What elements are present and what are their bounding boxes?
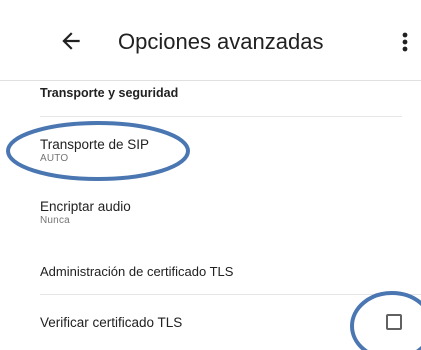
divider	[40, 116, 402, 117]
item-subtitle: Nunca	[40, 215, 70, 226]
item-title: Encriptar audio	[40, 199, 131, 214]
list-item-sip-transport[interactable]: Transporte de SIP AUTO	[40, 136, 402, 165]
app-bar: Opciones avanzadas	[0, 0, 421, 81]
section-header-transport: Transporte y seguridad	[40, 86, 179, 100]
more-vert-icon[interactable]	[398, 30, 412, 54]
list-item-verify-tls[interactable]: Verificar certificado TLS	[40, 314, 402, 331]
section-header-tls: Administración de certificado TLS	[40, 264, 234, 279]
item-title: Verificar certificado TLS	[40, 315, 183, 330]
item-subtitle: AUTO	[40, 153, 69, 164]
arrow-left-icon[interactable]	[58, 28, 84, 54]
page-title: Opciones avanzadas	[118, 29, 324, 54]
divider	[40, 294, 421, 295]
item-title: Transporte de SIP	[40, 137, 150, 152]
verify-tls-checkbox[interactable]	[386, 314, 402, 330]
list-item-encrypt-audio[interactable]: Encriptar audio Nunca	[40, 198, 402, 227]
